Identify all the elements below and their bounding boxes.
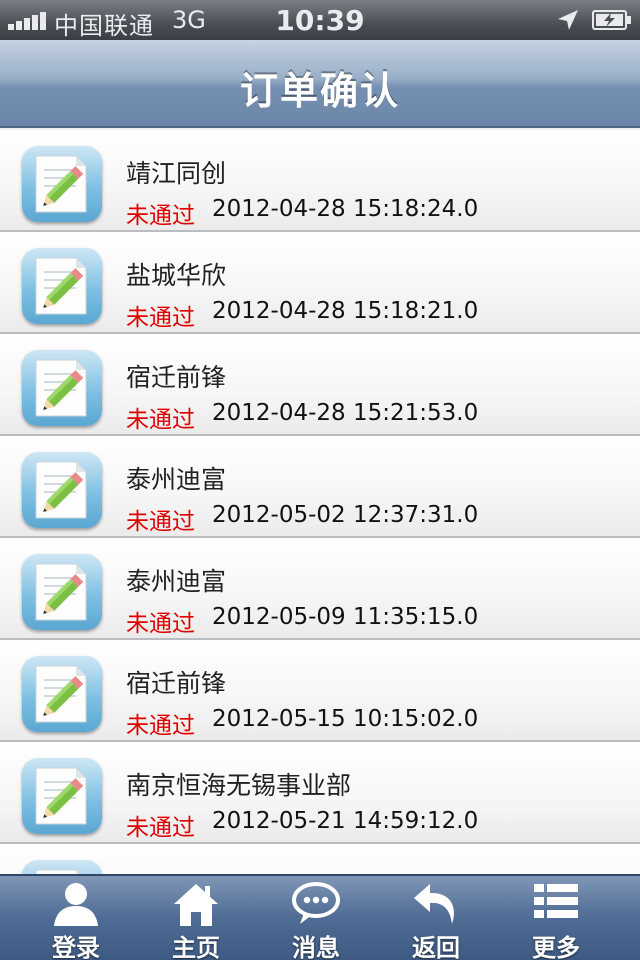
order-status: 未通过 [126, 611, 195, 637]
home-icon [174, 884, 218, 926]
order-time: 2012-04-28 15:18:24.0 [212, 196, 479, 222]
list-item[interactable]: 宿迁前锋 未通过 2012-05-15 10:15:02.0 [0, 640, 640, 742]
location-arrow-icon [558, 10, 578, 30]
list-item[interactable]: 盐城华欣 未通过 2012-04-28 15:18:21.0 [0, 232, 640, 334]
status-time: 10:39 [275, 4, 365, 37]
order-status: 未通过 [126, 509, 195, 535]
list-item[interactable]: 南京恒海无锡事业部 未通过 2012-05-21 14:59:12.0 [0, 742, 640, 844]
list-item[interactable]: 泰州迪富 未通过 2012-05-02 12:37:31.0 [0, 436, 640, 538]
list-item[interactable]: 靖江同创 未通过 2012-04-28 15:18:24.0 [0, 130, 640, 232]
battery-charging-icon [592, 10, 631, 30]
edit-document-icon [22, 758, 102, 834]
order-name: 盐城华欣 [126, 261, 227, 290]
order-time: 2012-05-21 14:59:12.0 [212, 808, 479, 834]
list-item[interactable]: 泰州迪富 未通过 2012-05-09 11:35:15.0 [0, 538, 640, 640]
order-time: 2012-05-15 10:15:02.0 [212, 706, 479, 732]
order-status: 未通过 [126, 713, 195, 739]
back-arrow-icon [414, 884, 454, 924]
edit-document-icon [22, 350, 102, 426]
list-item-partial[interactable] [0, 844, 640, 874]
order-status: 未通过 [126, 815, 195, 841]
edit-document-icon [22, 248, 102, 324]
edit-document-icon [22, 860, 102, 874]
order-time: 2012-04-28 15:18:21.0 [212, 298, 479, 324]
tab-bar: 登录 主页 消息 返回 更多 [0, 874, 640, 960]
tab-more[interactable]: 更多 [496, 876, 616, 960]
order-time: 2012-04-28 15:21:53.0 [212, 400, 479, 426]
order-status: 未通过 [126, 203, 195, 229]
navigation-bar: 订单确认 [0, 40, 640, 128]
edit-document-icon [22, 452, 102, 528]
order-name: 南京恒海无锡事业部 [126, 771, 352, 800]
chat-bubble-icon [292, 882, 340, 924]
tab-messages[interactable]: 消息 [256, 876, 376, 960]
tab-home[interactable]: 主页 [136, 876, 256, 960]
user-icon [54, 883, 98, 926]
tab-label: 登录 [52, 934, 100, 960]
status-bar: 中国联通 3G 10:39 [0, 0, 640, 40]
tab-label: 主页 [172, 934, 220, 960]
order-name: 靖江同创 [126, 159, 227, 188]
tab-label: 更多 [532, 934, 580, 960]
page-title: 订单确认 [239, 69, 400, 113]
tab-login[interactable]: 登录 [16, 876, 136, 960]
edit-document-icon [22, 656, 102, 732]
tab-back[interactable]: 返回 [376, 876, 496, 960]
order-time: 2012-05-09 11:35:15.0 [212, 604, 479, 630]
tab-label: 返回 [412, 934, 460, 960]
edit-document-icon [22, 554, 102, 630]
order-time: 2012-05-02 12:37:31.0 [212, 502, 479, 528]
list-icon [534, 884, 578, 918]
order-name: 宿迁前锋 [126, 363, 227, 392]
order-name: 泰州迪富 [126, 465, 227, 494]
order-name: 泰州迪富 [126, 567, 227, 596]
order-status: 未通过 [126, 305, 195, 331]
order-list[interactable]: 靖江同创 未通过 2012-04-28 15:18:24.0 盐城华欣 未通过 … [0, 130, 640, 874]
list-item[interactable]: 宿迁前锋 未通过 2012-04-28 15:21:53.0 [0, 334, 640, 436]
order-status: 未通过 [126, 407, 195, 433]
order-name: 宿迁前锋 [126, 669, 227, 698]
edit-document-icon [22, 146, 102, 222]
tab-label: 消息 [292, 934, 340, 960]
